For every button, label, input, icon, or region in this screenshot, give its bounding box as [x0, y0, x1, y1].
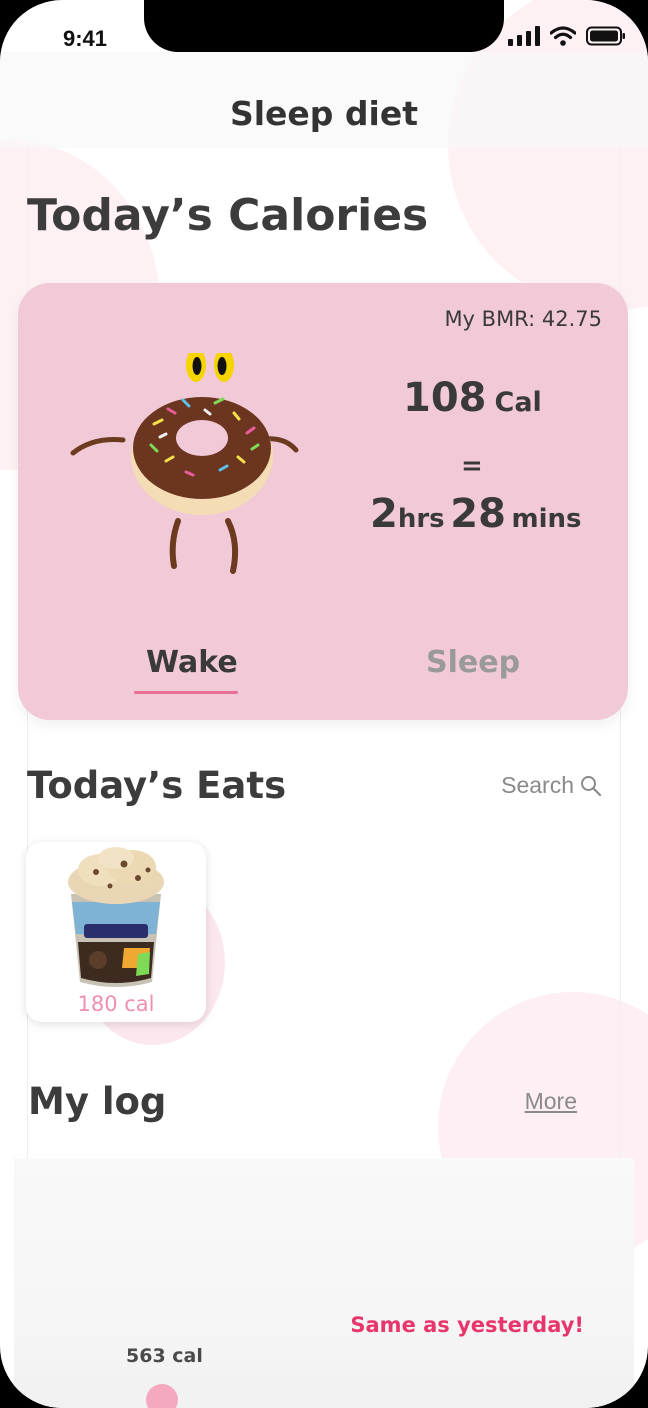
duration-minutes-unit: mins [511, 504, 582, 534]
calories-section-title: Today’s Calories [27, 190, 429, 241]
duration-hours: 2 [370, 491, 398, 537]
log-entry-calories: 563 cal [126, 1345, 203, 1367]
duration-minutes: 28 [450, 491, 506, 537]
more-link[interactable]: More [525, 1088, 577, 1115]
battery-icon [586, 26, 625, 46]
tab-wake[interactable]: Wake [146, 645, 238, 680]
search-button[interactable]: Search [501, 772, 602, 799]
donut-character-icon [70, 348, 299, 574]
search-label: Search [501, 772, 574, 798]
log-section-title: My log [28, 1080, 167, 1123]
active-tab-indicator [134, 691, 238, 694]
calorie-card: My BMR: 42.75 108 Cal = 2hrs 28 mins Wak… [18, 283, 628, 720]
food-item-calories: 180 cal [77, 992, 155, 1016]
device-notch [144, 0, 504, 52]
sleep-duration: 2hrs 28 mins [370, 491, 581, 537]
donut-mascot [68, 348, 328, 583]
phone-screen: 9:41 Sleep diet Today’s Calories My BMR:… [0, 0, 648, 1408]
calorie-value: 108 Cal [403, 375, 542, 421]
equals-sign: = [461, 451, 483, 481]
bmr-label: My BMR: 42.75 [444, 307, 602, 331]
same-as-yesterday-label: Same as yesterday! [350, 1313, 584, 1337]
eats-section-title: Today’s Eats [27, 764, 287, 807]
signal-icon [508, 26, 540, 46]
status-icons [508, 26, 626, 46]
duration-hours-unit: hrs [397, 504, 445, 534]
calorie-number: 108 [403, 375, 487, 421]
search-icon [581, 775, 602, 796]
food-item-card[interactable]: 180 cal [26, 842, 206, 1022]
calorie-unit: Cal [494, 387, 542, 418]
tab-sleep[interactable]: Sleep [426, 645, 520, 680]
status-time: 9:41 [63, 26, 108, 51]
wifi-icon [550, 26, 576, 46]
log-panel [14, 1158, 634, 1408]
ice-cream-pint-image [68, 847, 164, 987]
page-title: Sleep diet [229, 94, 419, 133]
log-donut-icon [146, 1384, 178, 1408]
